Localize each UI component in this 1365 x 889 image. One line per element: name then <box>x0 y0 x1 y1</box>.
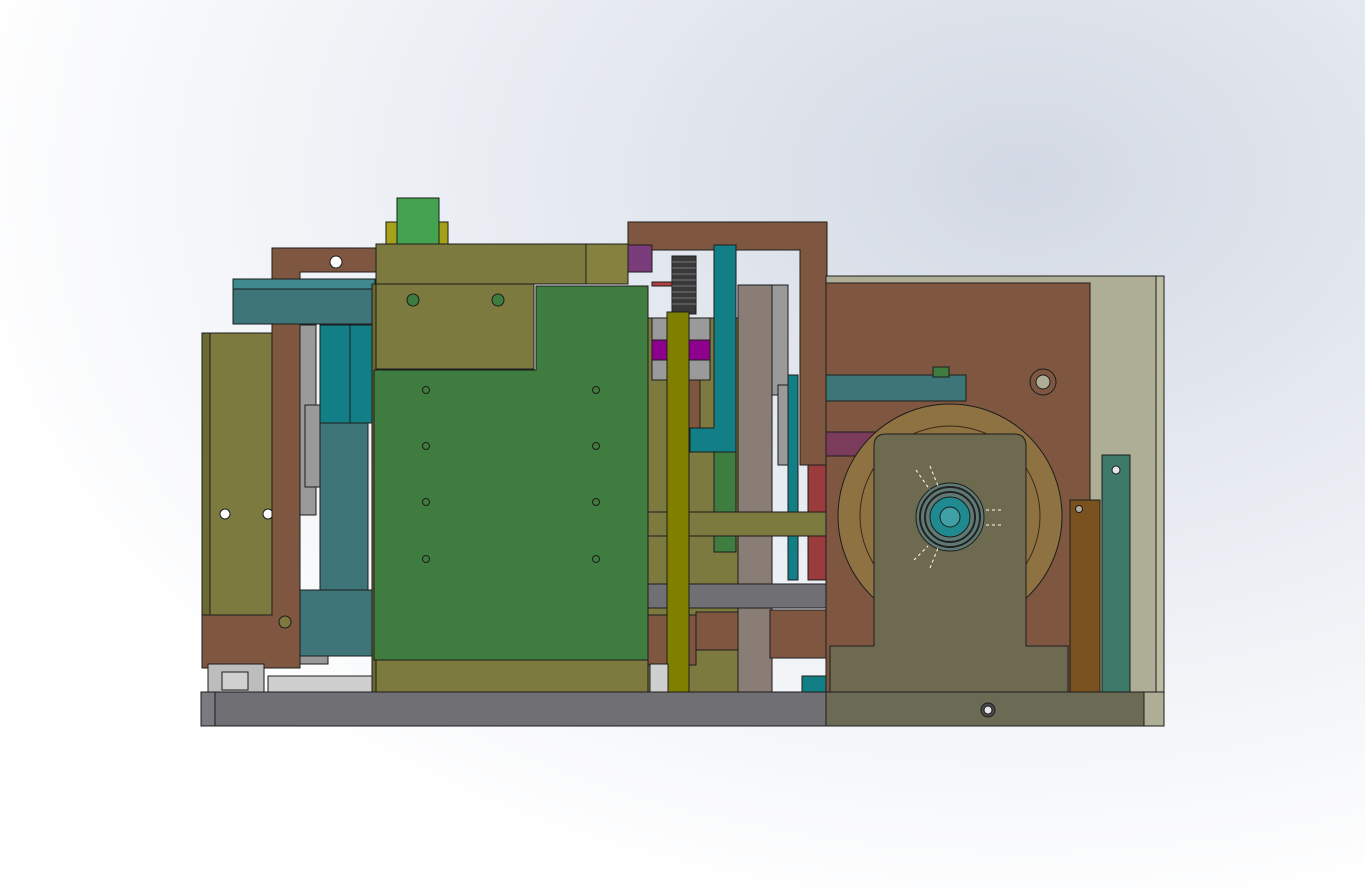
small-guide-block <box>650 664 668 692</box>
gray-post-rail <box>772 285 788 395</box>
teal-lower-column <box>320 423 368 590</box>
gray-base-plate-end <box>201 692 215 726</box>
brown-lower-block <box>696 612 738 650</box>
base-plate-right-end <box>1144 692 1164 726</box>
teal-post <box>1102 455 1130 692</box>
teal-vertical-plate <box>350 325 374 423</box>
olive-top-plate-lip <box>586 244 628 284</box>
linear-guide-block-face <box>222 672 248 690</box>
base-plate-hole-inner <box>984 706 992 714</box>
center-module <box>372 198 828 692</box>
purple-block <box>628 245 652 272</box>
left-olive-panel <box>202 333 272 615</box>
left-module <box>202 248 376 692</box>
left-panel-hole <box>220 509 230 519</box>
teal-foot <box>802 676 826 692</box>
gray-base-shim <box>300 656 328 664</box>
green-tab <box>933 367 949 377</box>
teal-top-bar-highlight <box>233 279 375 289</box>
gear-rack <box>672 256 696 314</box>
beige-housing-edge <box>1156 276 1164 726</box>
olive-base-plate <box>376 660 648 692</box>
orange-column <box>1070 500 1100 692</box>
right-module <box>826 276 1164 726</box>
red-rod <box>652 282 672 286</box>
green-top-block-front <box>397 198 439 244</box>
base <box>201 692 1164 726</box>
mechanical-assembly-side-view <box>0 0 1365 889</box>
bracket-screw <box>492 294 504 306</box>
column-hole <box>1076 506 1083 513</box>
gray-vertical-post <box>738 285 772 692</box>
linear-rail <box>268 676 374 692</box>
brown-frame-hole <box>279 616 291 628</box>
teal-post-hole <box>1112 466 1120 474</box>
bracket-screw <box>407 294 419 306</box>
brown-lower-block <box>770 610 828 658</box>
gray-base-plate <box>201 692 826 726</box>
back-plate-hole-inner <box>1036 375 1050 389</box>
brown-bracket <box>688 380 700 430</box>
yellow-vertical-shaft <box>667 312 689 692</box>
teal-base-block <box>300 590 374 656</box>
olive-bracket <box>376 284 534 369</box>
brown-frame-hole <box>330 256 342 268</box>
teal-upper-arm <box>826 375 966 401</box>
green-strut <box>714 452 736 552</box>
teal-post-strip <box>788 375 798 580</box>
left-olive-panel-edge <box>202 333 210 615</box>
cad-viewport[interactable] <box>0 0 1365 889</box>
bearing-bore <box>940 507 960 527</box>
